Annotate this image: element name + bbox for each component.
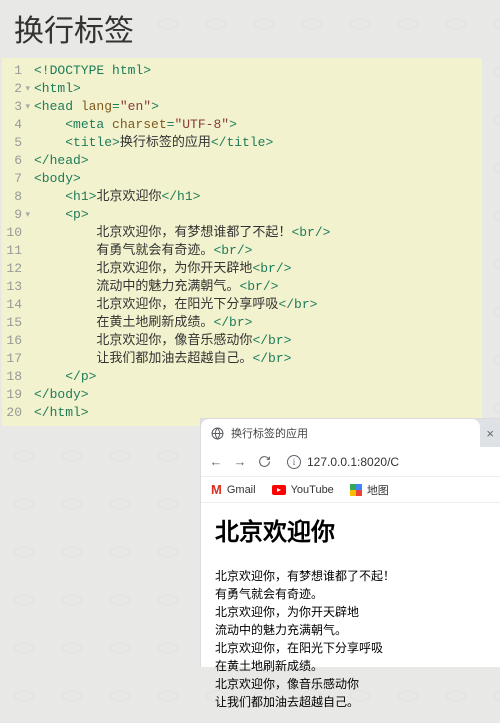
fold-icon[interactable]: ▾	[25, 206, 30, 224]
line-number: 9▾	[2, 206, 22, 224]
line-number: 20	[2, 404, 22, 422]
back-icon[interactable]: ←	[209, 454, 223, 469]
line-number: 1	[2, 62, 22, 80]
close-icon[interactable]: ×	[480, 426, 500, 441]
bookmark-maps[interactable]: 地图	[350, 482, 389, 498]
code-line[interactable]: </p>	[34, 368, 330, 386]
page-title: 换行标签	[0, 0, 500, 58]
line-number: 5	[2, 134, 22, 152]
fold-icon[interactable]: ▾	[25, 98, 30, 116]
code-line[interactable]: 有勇气就会有奇迹。<br/>	[34, 242, 330, 260]
code-line[interactable]: 北京欢迎你，像音乐感动你</br>	[34, 332, 330, 350]
line-number: 10	[2, 224, 22, 242]
line-number: 7	[2, 170, 22, 188]
line-number-gutter: 12▾3▾456789▾1011121314151617181920	[2, 58, 26, 426]
line-number: 16	[2, 332, 22, 350]
code-line[interactable]: <title>换行标签的应用</title>	[34, 134, 330, 152]
youtube-icon	[272, 485, 286, 495]
bookmark-label: YouTube	[291, 484, 334, 496]
line-number: 3▾	[2, 98, 22, 116]
line-number: 6	[2, 152, 22, 170]
url-text: 127.0.0.1:8020/C	[307, 455, 399, 469]
code-line[interactable]: </head>	[34, 152, 330, 170]
code-editor: 12▾3▾456789▾1011121314151617181920 <!DOC…	[2, 58, 482, 426]
line-number: 19	[2, 386, 22, 404]
code-line[interactable]: </body>	[34, 386, 330, 404]
code-line[interactable]: 北京欢迎你，在阳光下分享呼吸</br>	[34, 296, 330, 314]
line-number: 8	[2, 188, 22, 206]
tab-title: 换行标签的应用	[231, 425, 308, 441]
bookmark-label: Gmail	[227, 484, 256, 496]
code-line[interactable]: <head lang="en">	[34, 98, 330, 116]
line-number: 15	[2, 314, 22, 332]
code-line[interactable]: <p>	[34, 206, 330, 224]
code-line[interactable]: <html>	[34, 80, 330, 98]
forward-icon[interactable]: →	[233, 454, 247, 469]
info-icon[interactable]: i	[287, 455, 301, 469]
code-line[interactable]: 北京欢迎你，为你开天辟地<br/>	[34, 260, 330, 278]
address-bar[interactable]: i 127.0.0.1:8020/C	[287, 455, 399, 469]
line-number: 17	[2, 350, 22, 368]
preview-content: 北京欢迎你 北京欢迎你，有梦想谁都了不起！有勇气就会有奇迹。北京欢迎你，为你开天…	[201, 503, 500, 723]
browser-preview-window: 换行标签的应用 × ← → i 127.0.0.1:8020/C M Gmail…	[200, 418, 500, 667]
fold-icon[interactable]: ▾	[25, 80, 30, 98]
line-number: 11	[2, 242, 22, 260]
globe-icon	[211, 427, 224, 440]
code-line[interactable]: <!DOCTYPE html>	[34, 62, 330, 80]
line-number: 2▾	[2, 80, 22, 98]
gmail-icon: M	[211, 482, 222, 497]
reload-icon[interactable]	[257, 455, 271, 468]
code-line[interactable]: 流动中的魅力充满朝气。<br/>	[34, 278, 330, 296]
code-line[interactable]: <body>	[34, 170, 330, 188]
bookmark-gmail[interactable]: M Gmail	[211, 482, 256, 497]
code-line[interactable]: <h1>北京欢迎你</h1>	[34, 188, 330, 206]
bookmark-youtube[interactable]: YouTube	[272, 484, 334, 496]
preview-heading: 北京欢迎你	[215, 515, 486, 551]
bookmarks-bar: M Gmail YouTube 地图	[201, 477, 500, 503]
line-number: 14	[2, 296, 22, 314]
browser-tab-bar: 换行标签的应用 ×	[201, 419, 500, 447]
code-line[interactable]: 北京欢迎你，有梦想谁都了不起！<br/>	[34, 224, 330, 242]
maps-icon	[350, 484, 362, 496]
line-number: 13	[2, 278, 22, 296]
code-body[interactable]: <!DOCTYPE html><html><head lang="en"> <m…	[26, 58, 334, 426]
preview-body-text: 北京欢迎你，有梦想谁都了不起！有勇气就会有奇迹。北京欢迎你，为你开天辟地流动中的…	[215, 567, 486, 711]
browser-tab[interactable]: 换行标签的应用	[201, 419, 480, 447]
line-number: 4	[2, 116, 22, 134]
code-line[interactable]: 在黄土地刷新成绩。</br>	[34, 314, 330, 332]
line-number: 18	[2, 368, 22, 386]
line-number: 12	[2, 260, 22, 278]
browser-nav-bar: ← → i 127.0.0.1:8020/C	[201, 447, 500, 477]
code-line[interactable]: 让我们都加油去超越自己。</br>	[34, 350, 330, 368]
bookmark-label: 地图	[367, 482, 389, 498]
code-line[interactable]: <meta charset="UTF-8">	[34, 116, 330, 134]
